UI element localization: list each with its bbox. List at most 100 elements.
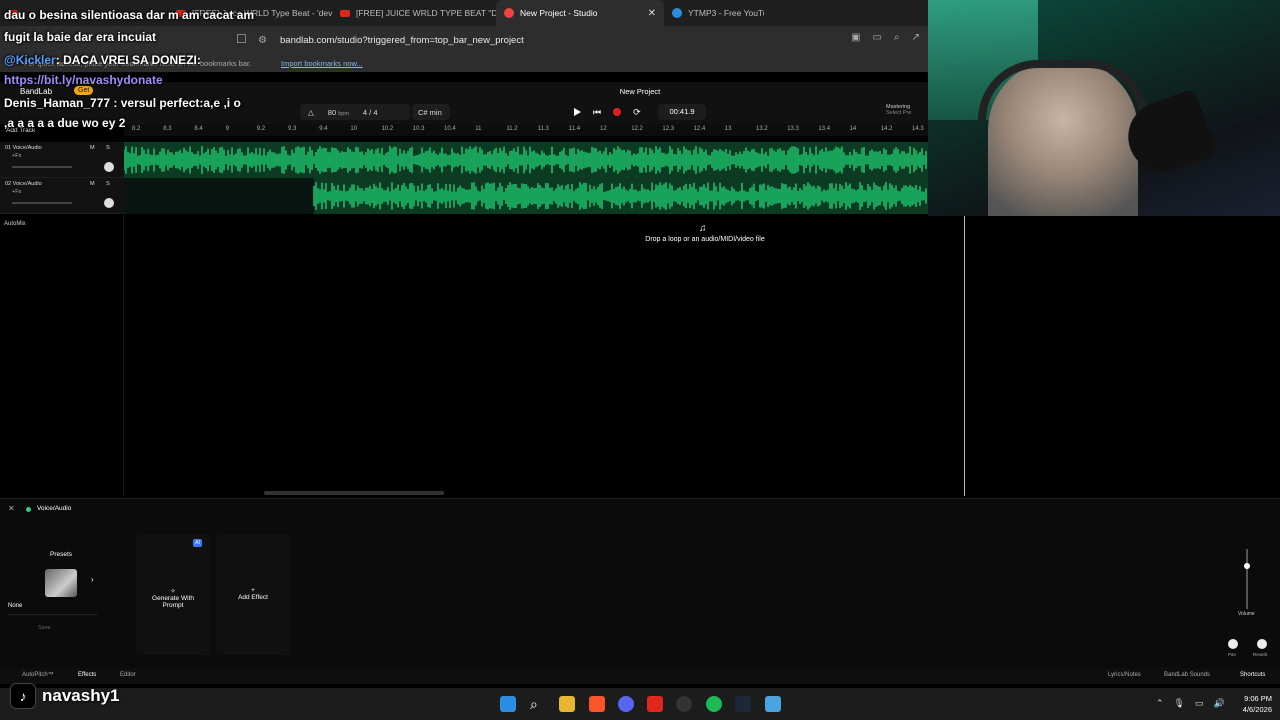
ruler-tick-label: 14 [849, 126, 857, 132]
save-preset-button[interactable]: Save [38, 625, 51, 631]
transport-controls: ⏮ ⟳ [574, 104, 641, 120]
panel-title: Voice/Audio [37, 505, 72, 512]
ruler-tick-label: 8.3 [163, 126, 172, 132]
track-volume-slider[interactable] [12, 166, 72, 168]
brave-browser-icon[interactable] [589, 696, 605, 712]
obs-icon[interactable] [676, 696, 692, 712]
playhead[interactable] [964, 214, 965, 496]
network-icon[interactable]: ▭ [1195, 698, 1204, 709]
track-effects-panel: ✕ Voice/Audio Presets › None Save AI ✧ G… [0, 498, 1280, 668]
track-header-2[interactable]: 02 Voice/Audio +Fx M S [0, 178, 124, 214]
timeline-ruler[interactable]: 8.2 8.3 8.4 9 9.2 9.3 9.4 10 10.2 10.3 10.4 11 11.2 1… [124, 124, 928, 136]
get-membership-badge[interactable]: Get [74, 86, 94, 95]
ruler-tick-label: 11 [475, 126, 482, 132]
track-pan-knob[interactable] [104, 198, 114, 208]
chat-line: fugit la baie dar era incuiat [4, 30, 157, 44]
ruler-tick-label: 9.3 [288, 126, 297, 132]
mute-solo-buttons[interactable]: M S [90, 145, 115, 151]
import-bookmarks-link[interactable]: Import bookmarks now... [281, 59, 363, 68]
reverb-knob[interactable] [1257, 639, 1267, 649]
share-icon[interactable]: ↗ [912, 32, 920, 43]
chevron-right-icon[interactable]: › [91, 575, 94, 584]
tab-youtube-3[interactable]: [FREE] JUICE WRLD TYPE BEAT "DRUM [332, 0, 496, 26]
record-icon[interactable] [613, 108, 622, 116]
audio-region-waveform[interactable] [124, 178, 928, 214]
time-signature[interactable]: 4 / 4 [363, 108, 378, 117]
preset-dropdown[interactable]: None [8, 603, 98, 615]
bpm-unit: bpm [338, 110, 349, 117]
project-title[interactable]: New Project [600, 87, 680, 96]
ruler-tick-label: 10 [350, 126, 358, 132]
webcam-overlay [928, 0, 1280, 216]
zoom-icon[interactable]: ⌕ [894, 32, 900, 43]
chat-line: @Kickler: DACA VREI SA DONEZI: [4, 53, 201, 67]
ruler-tick-label: 8.4 [194, 126, 203, 132]
pan-knob[interactable] [1228, 639, 1238, 649]
plus-icon: + [251, 587, 255, 594]
tab-bandlab-studio[interactable]: New Project - Studio ✕ [496, 0, 664, 26]
track-pan-knob[interactable] [104, 162, 114, 172]
ruler-tick-label: 13 [724, 126, 732, 132]
site-settings-icon[interactable]: ⚙ [258, 35, 270, 46]
sparkle-icon: ✧ [170, 588, 176, 595]
mute-solo-buttons[interactable]: M S [90, 181, 115, 187]
add-fx-button[interactable]: +Fx [12, 153, 21, 159]
horizontal-scrollbar[interactable] [264, 491, 444, 495]
tab-effects[interactable]: Effects [78, 672, 96, 678]
metronome-icon[interactable]: △ [308, 108, 314, 117]
notepad-icon[interactable] [765, 696, 781, 712]
ruler-tick-label: 8.2 [132, 126, 141, 132]
key-selector[interactable]: C# min [412, 104, 450, 120]
tab-lyrics[interactable]: Lyrics/Notes [1108, 672, 1141, 678]
tab-editor[interactable]: Editor [120, 672, 136, 678]
discord-icon[interactable] [618, 696, 634, 712]
windows-start-icon[interactable] [500, 696, 516, 712]
add-fx-button[interactable]: +Fx [12, 189, 21, 195]
spotify-icon[interactable] [706, 696, 722, 712]
tab-label: New Project - Studio [520, 8, 598, 18]
tab-bandlab-sounds[interactable]: BandLab Sounds [1164, 672, 1210, 678]
bandlab-logo[interactable]: BandLab [20, 87, 52, 96]
cast-icon[interactable]: ▭ [873, 32, 882, 43]
youtube-app-icon[interactable] [647, 696, 663, 712]
close-panel-icon[interactable]: ✕ [8, 504, 15, 513]
track-header-1[interactable]: 01 Voice/Audio +Fx M S [0, 142, 124, 178]
play-icon[interactable] [574, 108, 581, 116]
tab-ytmp3[interactable]: YTMP3 - Free YouTube [664, 0, 764, 26]
track-lane-1[interactable] [124, 142, 928, 178]
audio-region-waveform[interactable] [124, 142, 928, 178]
skip-back-icon[interactable]: ⏮ [593, 107, 601, 118]
url-text: bandlab.com/studio?triggered_from=top_ba… [280, 34, 524, 46]
steam-icon[interactable] [735, 696, 751, 712]
tab-autopitch[interactable]: AutoPitch™ [22, 672, 54, 678]
generate-with-prompt-card[interactable]: AI ✧ Generate With Prompt [136, 533, 210, 655]
donate-link[interactable]: https://bit.ly/navashydonate [4, 73, 163, 87]
system-tray: ⌃ 🎙 ▭ 🔊 [1156, 698, 1225, 709]
volume-thumb[interactable] [1244, 563, 1250, 569]
preset-thumbnail[interactable] [45, 569, 77, 597]
translate-icon[interactable]: ▣ [851, 32, 860, 43]
url-field[interactable]: ⚙ bandlab.com/studio?triggered_from=top_… [258, 30, 868, 50]
ruler-tick-label: 13.2 [756, 126, 768, 132]
track-volume-slider[interactable] [12, 202, 72, 204]
add-effect-card[interactable]: + Add Effect [216, 533, 290, 655]
search-icon[interactable]: ⌕ [530, 696, 546, 712]
clock-date: 4/6/2026 [1242, 705, 1272, 714]
speaker-icon[interactable]: 🔊 [1214, 698, 1225, 709]
file-explorer-icon[interactable] [559, 696, 575, 712]
microphone-icon[interactable]: 🎙 [1174, 698, 1185, 709]
tempo-controls[interactable]: △ 80 bpm 4 / 4 [300, 104, 410, 120]
bandlab-icon [504, 8, 514, 18]
chevron-up-icon[interactable]: ⌃ [1156, 698, 1164, 709]
track-lane-2[interactable] [124, 178, 928, 214]
automix-row[interactable]: AutoMix [4, 221, 26, 227]
shortcuts-button[interactable]: Shortcuts [1240, 672, 1265, 678]
mastering-button[interactable]: Mastering Select Pre [886, 104, 911, 116]
music-note-icon: ♫ [699, 223, 707, 234]
bpm-value[interactable]: 80 [328, 108, 336, 117]
loop-icon[interactable]: ⟳ [633, 107, 641, 118]
bookmark-icon[interactable]: ☐ [236, 32, 247, 46]
volume-slider[interactable] [1246, 549, 1248, 609]
close-tab-icon[interactable]: ✕ [648, 8, 656, 19]
taskbar-clock[interactable]: 9:06 PM 4/6/2026 [1228, 693, 1272, 715]
